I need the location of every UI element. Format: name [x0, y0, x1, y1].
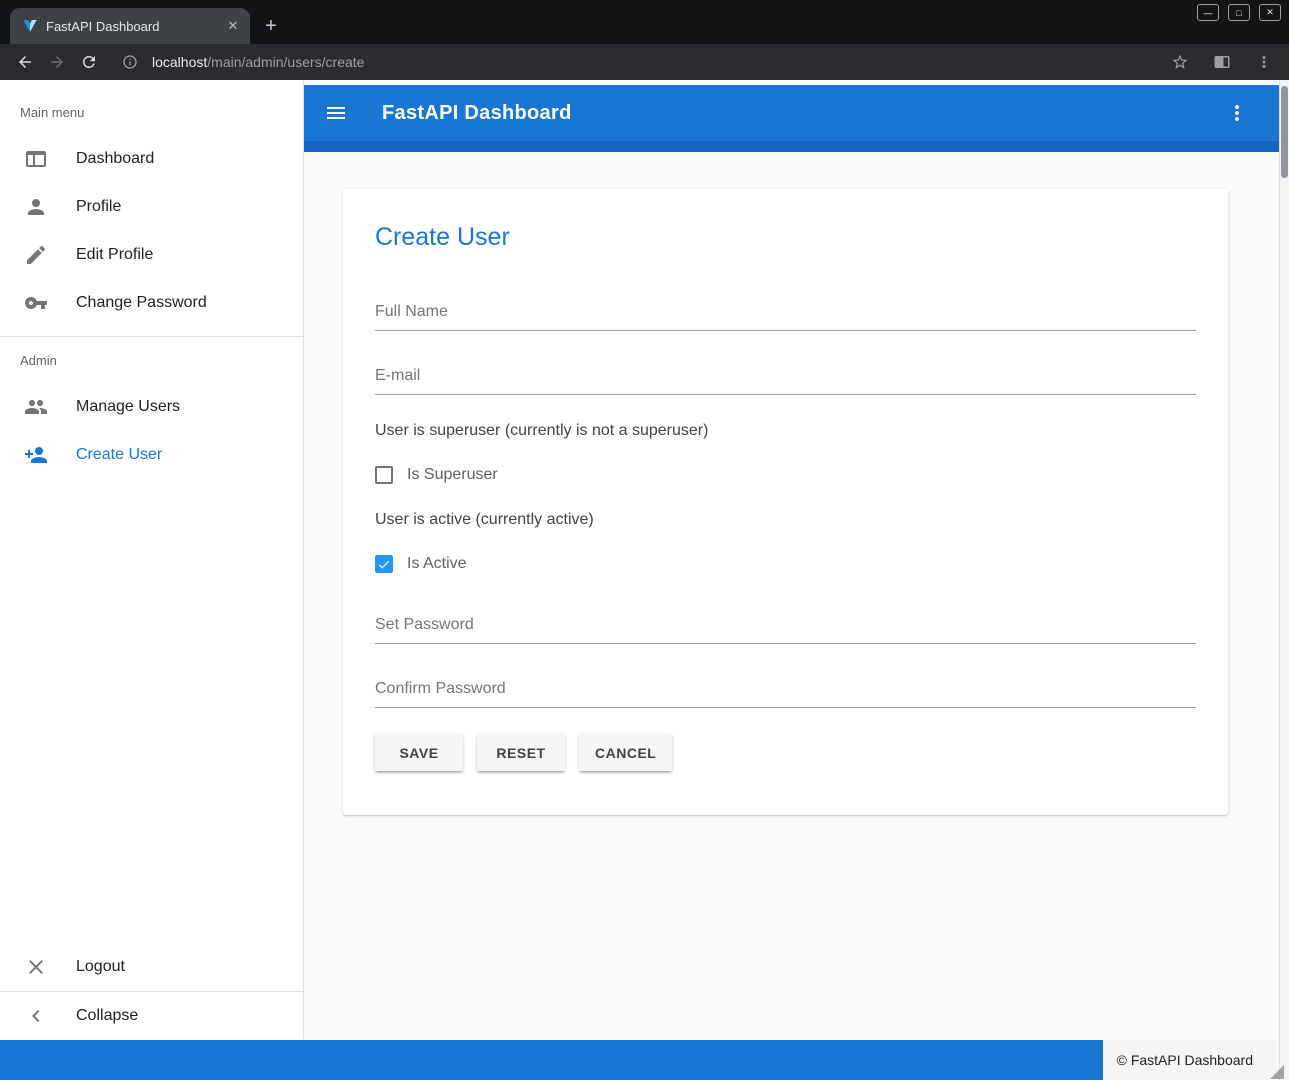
content-row: Main menu Dashboard Profile — [0, 80, 1279, 1040]
main-column: FastAPI Dashboard Create User — [304, 80, 1279, 1040]
hamburger-icon — [324, 101, 348, 125]
browser-toolbar: localhost/main/admin/users/create — [0, 44, 1289, 80]
divider — [0, 336, 303, 337]
sidebar-item-edit-profile[interactable]: Edit Profile — [0, 231, 303, 279]
check-icon — [377, 557, 391, 572]
full-name-input[interactable] — [375, 297, 1196, 331]
new-tab-button[interactable]: + — [256, 11, 286, 41]
superuser-hint: User is superuser (currently is not a su… — [375, 422, 1196, 440]
window-maximize-button[interactable]: □ — [1228, 4, 1250, 21]
window-minimize-button[interactable]: — — [1197, 4, 1219, 21]
sidebar-item-collapse[interactable]: Collapse — [0, 992, 303, 1040]
page-title: Create User — [375, 223, 1196, 252]
people-icon — [24, 395, 48, 419]
site-info-button[interactable] — [122, 54, 138, 70]
sidebar-item-change-password[interactable]: Change Password — [0, 279, 303, 327]
app-bar-menu-button[interactable] — [1225, 101, 1249, 125]
tab-title: FastAPI Dashboard — [46, 19, 216, 34]
set-password-input[interactable] — [375, 610, 1196, 644]
page-main: Main menu Dashboard Profile — [0, 80, 1279, 1080]
side-panel-button[interactable] — [1209, 49, 1235, 75]
dashboard-icon — [24, 147, 48, 171]
sidebar-item-label: Dashboard — [76, 150, 154, 168]
sidebar-item-label: Logout — [76, 958, 125, 976]
sidebar-item-profile[interactable]: Profile — [0, 183, 303, 231]
cancel-button[interactable]: CANCEL — [579, 734, 672, 771]
superuser-checkbox-row: Is Superuser — [375, 466, 1196, 484]
superuser-checkbox[interactable] — [375, 466, 393, 484]
content-area: Create User User is superuser (currently… — [304, 152, 1279, 1040]
full-name-field — [375, 297, 1196, 331]
sidebar-bottom: Logout Collapse — [0, 943, 303, 1040]
sidebar-item-label: Manage Users — [76, 398, 180, 416]
active-checkbox[interactable] — [375, 555, 393, 573]
sidebar-item-manage-users[interactable]: Manage Users — [0, 383, 303, 431]
sidebar-item-create-user[interactable]: Create User — [0, 431, 303, 479]
app-bar: FastAPI Dashboard — [304, 85, 1279, 141]
sidebar-item-label: Create User — [76, 446, 162, 464]
page: Main menu Dashboard Profile — [0, 80, 1289, 1080]
browser-window: FastAPI Dashboard ✕ + — □ ✕ localhost/ma… — [0, 0, 1289, 1080]
sidebar-item-logout[interactable]: Logout — [0, 943, 303, 991]
bookmark-button[interactable] — [1167, 49, 1193, 75]
close-icon — [24, 955, 48, 979]
sidebar-item-label: Collapse — [76, 1007, 138, 1025]
menu-toggle-button[interactable] — [324, 101, 348, 125]
sidebar-item-dashboard[interactable]: Dashboard — [0, 135, 303, 183]
key-icon — [24, 291, 48, 315]
browser-menu-button[interactable] — [1251, 49, 1277, 75]
resize-grip-icon — [1270, 1065, 1284, 1079]
scrollbar-track[interactable] — [1279, 80, 1289, 1080]
vuetify-logo-icon — [22, 18, 38, 34]
address-bar[interactable]: localhost/main/admin/users/create — [152, 54, 364, 70]
form-actions: SAVE RESET CANCEL — [375, 734, 1196, 771]
chevron-left-icon — [24, 1004, 48, 1028]
forward-button[interactable] — [44, 49, 70, 75]
reload-icon — [80, 53, 98, 71]
back-icon — [16, 53, 34, 71]
appbar-extension — [304, 141, 1279, 152]
superuser-checkbox-label: Is Superuser — [407, 466, 498, 484]
person-add-icon — [24, 443, 48, 467]
active-checkbox-label: Is Active — [407, 555, 467, 573]
copyright-text: © FastAPI Dashboard — [1103, 1040, 1279, 1080]
tab-close-icon[interactable]: ✕ — [224, 17, 242, 35]
save-button[interactable]: SAVE — [375, 734, 463, 771]
sidebar-item-label: Profile — [76, 198, 121, 216]
forward-icon — [48, 53, 66, 71]
star-icon — [1171, 53, 1189, 71]
sidebar-caption-main-menu: Main menu — [0, 105, 303, 121]
kebab-icon — [1255, 53, 1273, 71]
pencil-icon — [24, 243, 48, 267]
set-password-field — [375, 610, 1196, 644]
sidebar-item-label: Edit Profile — [76, 246, 153, 264]
window-controls: — □ ✕ — [1197, 4, 1281, 21]
footer: © FastAPI Dashboard — [0, 1040, 1279, 1080]
sidebar: Main menu Dashboard Profile — [0, 80, 304, 1040]
scrollbar-thumb[interactable] — [1281, 86, 1288, 178]
active-hint: User is active (currently active) — [375, 511, 1196, 529]
person-icon — [24, 195, 48, 219]
confirm-password-input[interactable] — [375, 674, 1196, 708]
side-panel-icon — [1213, 53, 1231, 71]
back-button[interactable] — [12, 49, 38, 75]
window-close-button[interactable]: ✕ — [1259, 4, 1281, 21]
active-checkbox-row: Is Active — [375, 555, 1196, 573]
confirm-password-field — [375, 674, 1196, 708]
url-path: /main/admin/users/create — [207, 54, 364, 70]
email-field — [375, 361, 1196, 395]
kebab-icon — [1225, 101, 1249, 125]
app-bar-title: FastAPI Dashboard — [382, 102, 572, 125]
url-host: localhost — [152, 54, 207, 70]
reset-button[interactable]: RESET — [477, 734, 565, 771]
browser-tab-bar: FastAPI Dashboard ✕ + — □ ✕ — [0, 0, 1289, 44]
sidebar-item-label: Change Password — [76, 294, 207, 312]
create-user-card: Create User User is superuser (currently… — [343, 189, 1228, 815]
email-input[interactable] — [375, 361, 1196, 395]
info-icon — [122, 54, 138, 70]
browser-tab[interactable]: FastAPI Dashboard ✕ — [10, 8, 250, 44]
reload-button[interactable] — [76, 49, 102, 75]
sidebar-caption-admin: Admin — [0, 353, 303, 369]
